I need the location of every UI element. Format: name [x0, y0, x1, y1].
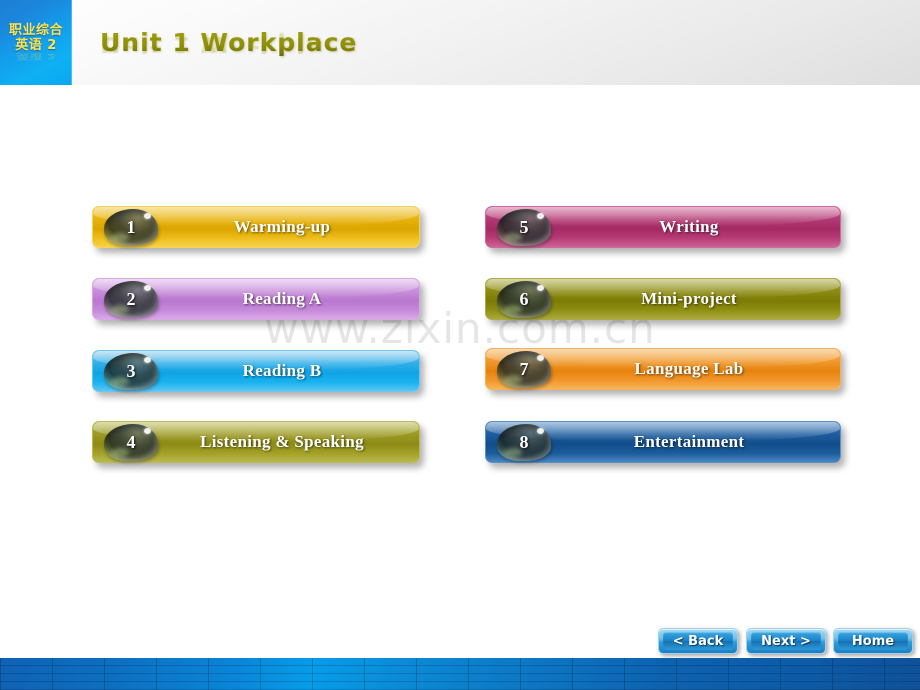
menu-item-language-lab[interactable]: 7 Language Lab [485, 348, 841, 390]
course-logo: 职业综合 英语 2 英语 2 [0, 0, 72, 85]
menu-item-mini-project[interactable]: 6 Mini-project [485, 278, 841, 320]
menu-item-number: 6 [519, 289, 529, 309]
course-logo-text: 职业综合 英语 2 [0, 23, 72, 54]
menu-item-number: 8 [519, 432, 529, 452]
home-button[interactable]: Home [833, 628, 913, 654]
menu-item-label: Listening & Speaking [200, 432, 364, 451]
menu-item-writing[interactable]: 5 Writing [485, 206, 841, 248]
menu-item-number: 3 [126, 361, 136, 381]
menu-item-number-badge: 4 [104, 424, 158, 461]
slide-canvas: 职业综合 英语 2 英语 2 Unit 1 Workplace Unit 1 W… [0, 0, 920, 690]
home-button-label: Home [851, 633, 895, 649]
menu-item-label: Reading A [242, 289, 322, 308]
menu-item-label: Writing [659, 217, 719, 236]
menu-item-label: Entertainment [633, 432, 745, 451]
menu-item-number-badge: 3 [104, 353, 158, 390]
menu-item-number-badge: 7 [497, 351, 551, 388]
menu-item-number-badge: 2 [104, 281, 158, 318]
menu-item-number-badge: 8 [497, 424, 551, 461]
menu-item-listening-and-speaking[interactable]: 4 Listening & Speaking [92, 421, 420, 463]
course-logo-line-1: 职业综合 [8, 23, 63, 38]
menu-item-number: 5 [519, 217, 529, 237]
footer-bar [0, 658, 920, 690]
menu-item-number-badge: 5 [497, 209, 551, 246]
menu-item-number-badge: 1 [104, 209, 158, 246]
menu-item-number: 1 [126, 217, 136, 237]
menu-item-number-badge: 6 [497, 281, 551, 318]
back-button-label: < Back [672, 633, 724, 649]
menu-item-reading-b[interactable]: 3 Reading B [92, 350, 420, 392]
menu-item-number: 2 [126, 289, 136, 309]
back-button[interactable]: < Back [658, 628, 738, 654]
menu-item-reading-a[interactable]: 2 Reading A [92, 278, 420, 320]
course-logo-line-2: 英语 2 [15, 37, 57, 53]
menu-item-number: 4 [126, 432, 136, 452]
menu-item-label: Language Lab [634, 359, 744, 378]
menu-item-number: 7 [519, 359, 529, 379]
menu-item-warming-up[interactable]: 1 Warming-up [92, 206, 420, 248]
menu-item-label: Warming-up [233, 217, 331, 236]
menu-item-entertainment[interactable]: 8 Entertainment [485, 421, 841, 463]
slide-header: 职业综合 英语 2 英语 2 Unit 1 Workplace Unit 1 W… [0, 0, 920, 85]
page-title: Unit 1 Workplace [100, 28, 358, 57]
next-button[interactable]: Next > [746, 628, 826, 654]
menu-item-label: Reading B [242, 361, 322, 380]
menu-item-label: Mini-project [641, 289, 737, 308]
next-button-label: Next > [761, 633, 811, 649]
